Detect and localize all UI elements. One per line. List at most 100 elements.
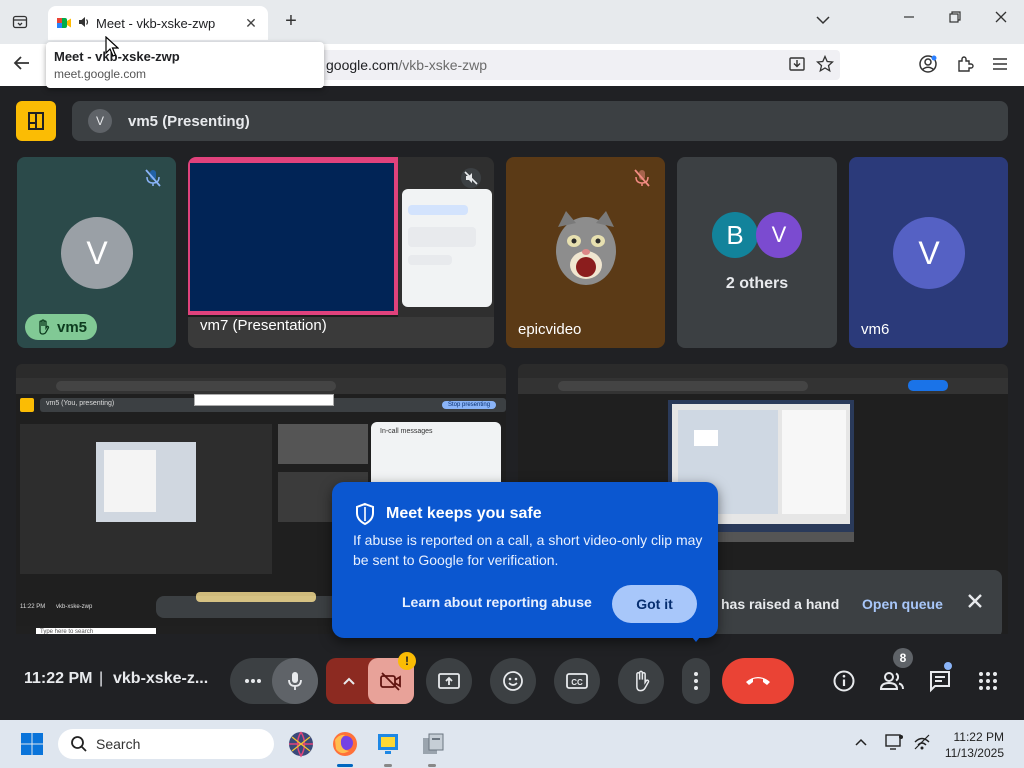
present-screen-button[interactable] [426, 658, 472, 704]
more-vert-icon [694, 672, 698, 690]
captions-button[interactable]: CC [554, 658, 600, 704]
back-arrow-icon[interactable] [12, 53, 32, 78]
reactions-button[interactable] [490, 658, 536, 704]
presenting-bar[interactable]: V vm5 (Presenting) [72, 101, 1008, 141]
taskbar-clock[interactable]: 11:22 PM 11/13/2025 [945, 729, 1004, 761]
time-separator: | [99, 670, 104, 687]
tab-tooltip: Meet - vkb-xske-zwp meet.google.com [46, 42, 324, 88]
taskbar-time: 11:22 PM [953, 730, 1004, 744]
activities-button[interactable] [973, 666, 1003, 696]
camera-off-icon [380, 672, 401, 691]
tab-audio-icon[interactable] [78, 16, 90, 31]
participant-tile-epicvideo[interactable]: epicvideo [506, 157, 665, 348]
avatar: V [61, 217, 133, 289]
got-it-button[interactable]: Got it [612, 585, 697, 623]
cat-avatar-video [556, 211, 616, 285]
presentation-layout-icon [28, 112, 44, 130]
firefox-active-indicator [337, 764, 353, 767]
camera-warning-badge: ! [398, 652, 416, 670]
leave-call-button[interactable] [722, 658, 794, 704]
tray-display-icon[interactable] [884, 733, 904, 754]
account-icon[interactable] [918, 54, 938, 79]
close-notice-icon[interactable] [966, 592, 984, 616]
windows-start-icon[interactable] [20, 732, 44, 761]
meet-safety-popup: Meet keeps you safe If abuse is reported… [332, 482, 718, 642]
browser-tab-meet[interactable]: Meet - vkb-xske-zwp ✕ [48, 6, 268, 40]
participant-name: vm6 [861, 321, 890, 338]
tray-chevron-icon[interactable] [854, 734, 868, 750]
popup-body: If abuse is reported on a call, a short … [353, 532, 703, 568]
mini-clock: 11:22 PM [20, 604, 46, 610]
presentation-toggle-button[interactable] [16, 101, 56, 141]
extensions-icon[interactable] [955, 54, 975, 79]
microphone-button[interactable] [272, 658, 318, 704]
device-manager-indicator [428, 764, 436, 767]
meet-controls-bar: 11:22 PM | vkb-xske-z... ! CC 8 [0, 634, 1024, 720]
bookmark-star-icon[interactable] [815, 54, 835, 78]
avatar: V [893, 217, 965, 289]
taskbar-date: 11/13/2025 [944, 746, 1004, 760]
tooltip-url: meet.google.com [54, 67, 147, 81]
chevron-up-icon [343, 677, 355, 685]
tab-list-icon[interactable] [8, 10, 32, 34]
meeting-info-button[interactable] [829, 666, 859, 696]
raise-hand-icon [636, 670, 650, 692]
presenter-avatar: V [88, 109, 112, 133]
present-screen-icon [438, 673, 460, 689]
audio-options-button[interactable] [230, 658, 276, 704]
raise-hand-button[interactable] [618, 658, 664, 704]
people-icon [879, 672, 904, 690]
participant-tile-others[interactable]: B V 2 others [677, 157, 837, 348]
restore-icon[interactable] [945, 10, 965, 28]
close-tab-icon[interactable]: ✕ [242, 15, 260, 32]
info-icon [833, 670, 855, 692]
people-button[interactable] [877, 666, 907, 696]
device-manager-icon[interactable] [419, 730, 447, 758]
windows-taskbar: Search 11:22 PM 11/13/2025 [0, 720, 1024, 768]
participant-tile-vm5[interactable]: V vm5 [17, 157, 176, 348]
globe-app-icon[interactable] [287, 730, 315, 758]
participant-name: vm7 (Presentation) [200, 317, 327, 334]
install-app-icon[interactable] [788, 55, 806, 78]
chat-unread-dot [944, 662, 952, 670]
participant-tile-vm7-presentation[interactable]: vm7 (Presentation) [188, 157, 494, 348]
open-queue-link[interactable]: Open queue [862, 596, 943, 612]
mini-chat-title: In-call messages [380, 428, 433, 435]
presenting-label: vm5 (Presenting) [128, 112, 250, 130]
participant-name: epicvideo [518, 321, 582, 338]
tray-network-icon[interactable] [912, 733, 932, 754]
search-label: Search [96, 736, 141, 752]
mini-code: vkb-xske-zwp [56, 604, 93, 610]
popup-pointer [688, 632, 704, 642]
menu-icon[interactable] [991, 55, 1009, 78]
microphone-icon [288, 672, 302, 690]
svg-text:CC: CC [571, 678, 583, 687]
more-options-button[interactable] [682, 658, 710, 704]
shield-icon [356, 502, 374, 526]
minimize-icon[interactable] [899, 10, 919, 28]
search-icon [71, 736, 87, 752]
close-window-icon[interactable] [991, 10, 1011, 28]
raised-hand-notice: has raised a hand Open queue [700, 570, 1002, 638]
meeting-code: vkb-xske-z... [113, 670, 209, 687]
mini-stop-button: Stop presenting [442, 401, 497, 409]
remote-desktop-icon[interactable] [375, 730, 403, 758]
tab-title: Meet - vkb-xske-zwp [96, 15, 216, 31]
mic-off-icon [145, 169, 161, 187]
new-tab-button[interactable]: + [280, 10, 302, 33]
avatar: V [756, 212, 802, 258]
apps-grid-icon [979, 672, 997, 690]
chat-icon [930, 671, 950, 693]
firefox-icon[interactable] [331, 730, 359, 758]
browser-tab-bar: Meet - vkb-xske-zwp ✕ + [0, 0, 1024, 44]
meeting-time: 11:22 PM [24, 670, 93, 687]
speaker-muted-icon [461, 168, 481, 188]
chat-button[interactable] [925, 666, 955, 696]
participant-tile-vm6[interactable]: V vm6 [849, 157, 1008, 348]
learn-abuse-link[interactable]: Learn about reporting abuse [402, 594, 592, 610]
taskbar-search[interactable]: Search [58, 729, 274, 759]
video-options-button[interactable] [326, 658, 372, 704]
others-label: 2 others [725, 275, 789, 292]
tooltip-title: Meet - vkb-xske-zwp [54, 49, 180, 64]
tab-dropdown-icon[interactable] [816, 12, 830, 28]
